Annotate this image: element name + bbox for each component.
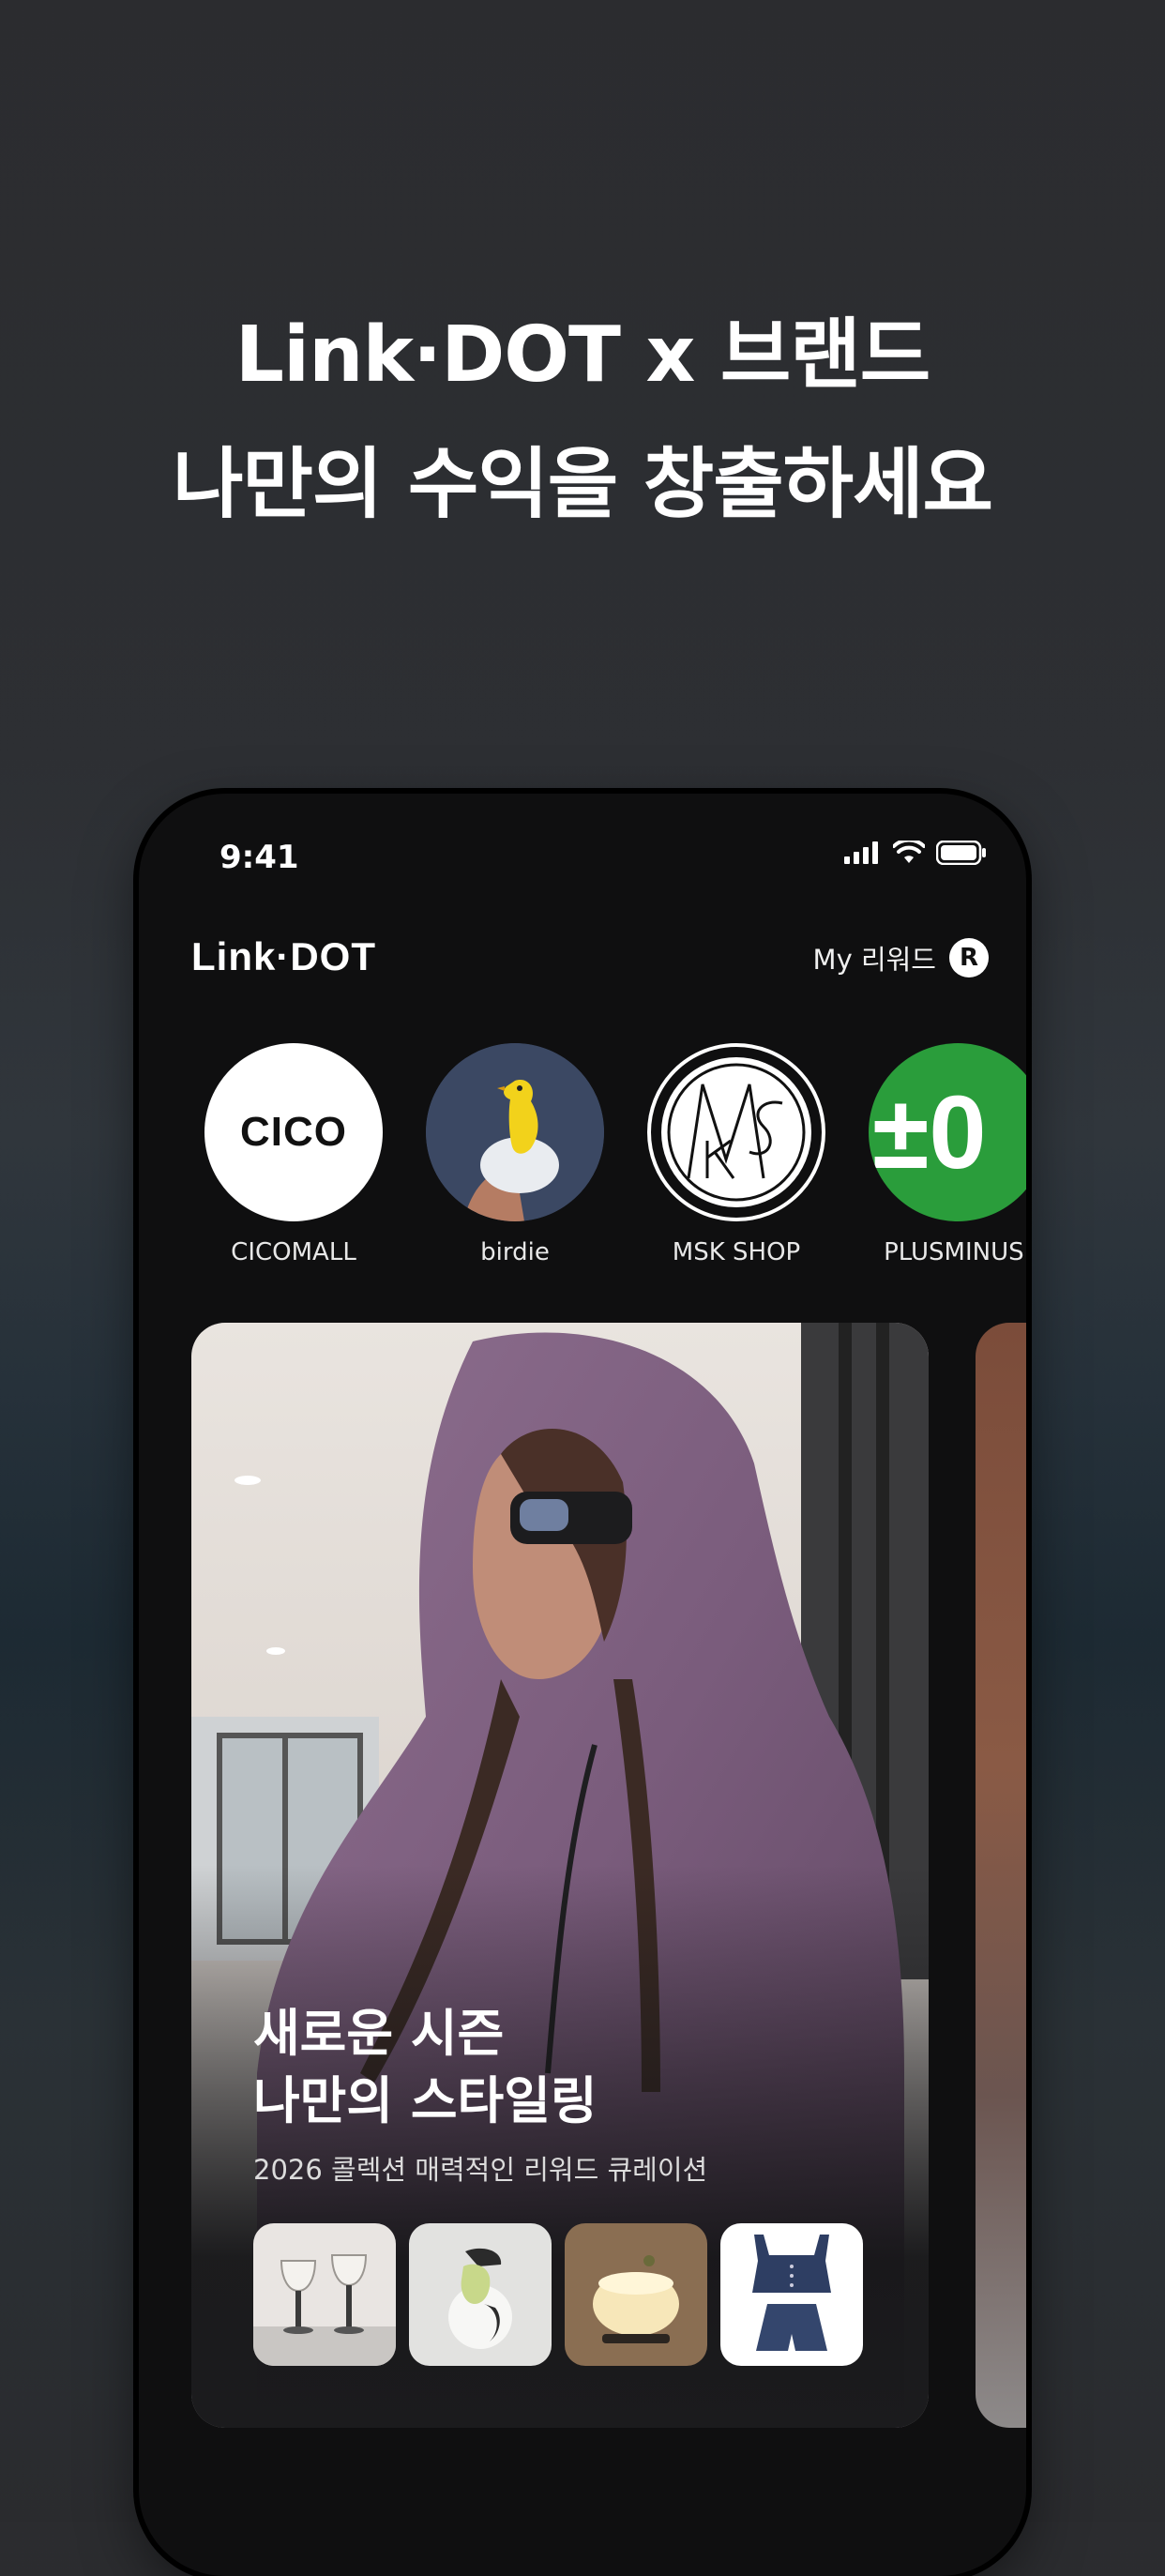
feature-card[interactable]: 새로운 시즌 나만의 스타일링 2026 콜렉션 매력적인 리워드 큐레이션 bbox=[191, 1323, 929, 2428]
product-thumb-lamp[interactable] bbox=[565, 2223, 707, 2366]
product-thumbnails bbox=[253, 2223, 863, 2366]
my-reward-button[interactable]: My 리워드 R bbox=[813, 938, 989, 977]
cicomall-logo: CICO bbox=[204, 1043, 383, 1221]
plusminus-logo-text: ±0 bbox=[872, 1074, 987, 1190]
birdie-logo bbox=[426, 1043, 604, 1221]
brand-item-plusminus[interactable]: ±0 PLUSMINUS· bbox=[869, 1043, 1026, 1266]
bird-icon bbox=[426, 1043, 604, 1221]
wine-glasses-image bbox=[253, 2223, 396, 2366]
card-title-line-1: 새로운 시즌 bbox=[253, 2004, 505, 2063]
lamp-image bbox=[565, 2223, 707, 2366]
status-bar: 9:41 bbox=[139, 794, 1026, 906]
plusminus-logo: ±0 bbox=[869, 1043, 1026, 1221]
card-title: 새로운 시즌 나만의 스타일링 bbox=[253, 2000, 598, 2135]
brand-label: PLUSMINUS· bbox=[884, 1238, 1026, 1266]
status-icons bbox=[844, 841, 987, 865]
denim-outfit-image bbox=[720, 2223, 863, 2366]
headline-line-2: 나만의 수익을 창출하세요 bbox=[173, 440, 993, 529]
wifi-icon bbox=[893, 841, 925, 863]
msk-monogram-icon bbox=[661, 1057, 811, 1207]
brand-label: CICOMALL bbox=[231, 1238, 356, 1266]
brand-label: birdie bbox=[480, 1238, 550, 1266]
app-logo[interactable]: Link·DOT bbox=[191, 934, 376, 979]
brand-item-msk-shop[interactable]: MSK SHOP bbox=[647, 1043, 825, 1266]
reward-label: My 리워드 bbox=[812, 944, 936, 976]
status-time: 9:41 bbox=[219, 839, 299, 876]
product-thumb-bird[interactable] bbox=[409, 2223, 552, 2366]
msk-shop-logo bbox=[647, 1043, 825, 1221]
brand-label: MSK SHOP bbox=[672, 1238, 801, 1266]
brand-carousel[interactable]: CICO CICOMALL birdie MSK SHOP ±0 PLUSMIN… bbox=[204, 1043, 1026, 1287]
promo-headline: Link·DOT x 브랜드 나만의 수익을 창출하세요 bbox=[0, 291, 1165, 550]
product-thumb-denim-set[interactable] bbox=[720, 2223, 863, 2366]
phone-mockup: 9:41 Link·DOT My 리워드 R CICO CICOMALL bir… bbox=[139, 794, 1026, 2576]
card-subtitle: 2026 콜렉션 매력적인 리워드 큐레이션 bbox=[253, 2154, 708, 2186]
next-card-peek[interactable] bbox=[976, 1323, 1026, 2428]
product-thumb-glasses[interactable] bbox=[253, 2223, 396, 2366]
cicomall-logo-text: CICO bbox=[240, 1109, 347, 1155]
brand-item-birdie[interactable]: birdie bbox=[426, 1043, 604, 1266]
brand-item-cicomall[interactable]: CICO CICOMALL bbox=[204, 1043, 383, 1266]
bird-figure-image bbox=[409, 2223, 552, 2366]
reward-badge-icon: R bbox=[949, 938, 989, 977]
headline-line-1: Link·DOT x 브랜드 bbox=[235, 311, 930, 400]
card-title-line-2: 나만의 스타일링 bbox=[253, 2071, 598, 2130]
battery-icon bbox=[936, 841, 986, 865]
signal-icon bbox=[844, 841, 878, 864]
app-header: Link·DOT My 리워드 R bbox=[139, 934, 1026, 1009]
